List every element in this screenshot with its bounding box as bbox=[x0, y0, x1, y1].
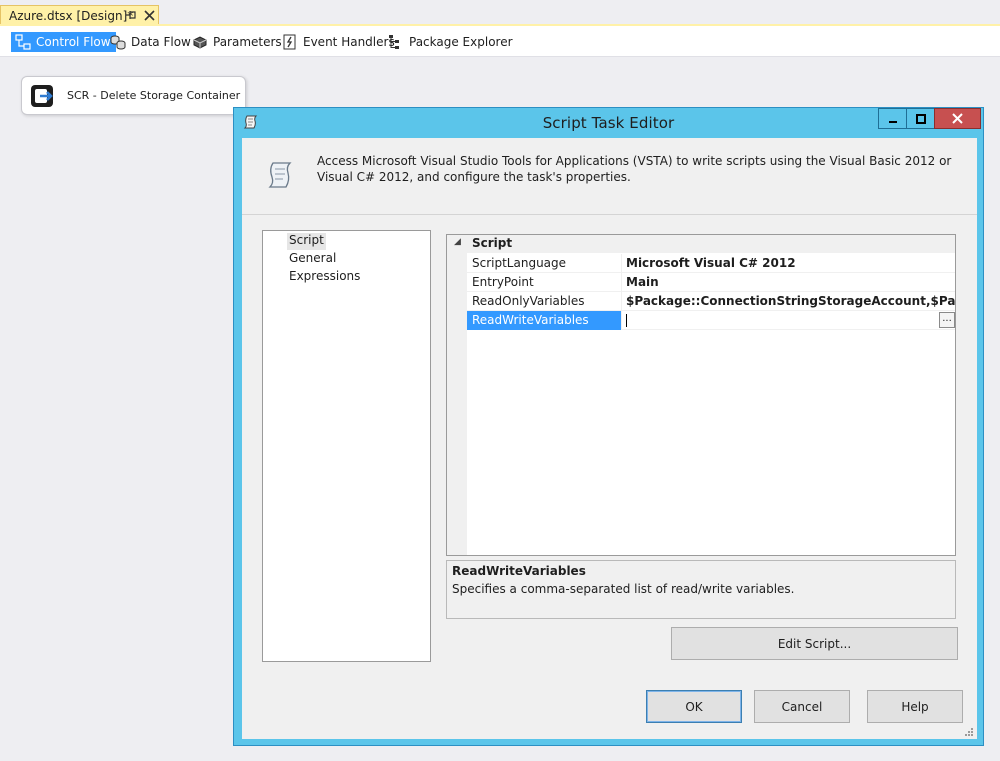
help-button[interactable]: Help bbox=[867, 690, 963, 723]
dialog-client-area: Access Microsoft Visual Studio Tools for… bbox=[242, 138, 977, 739]
property-row[interactable]: EntryPoint Main bbox=[467, 273, 955, 292]
document-tab[interactable]: Azure.dtsx [Design]* bbox=[0, 5, 159, 26]
property-row[interactable]: ReadOnlyVariables $Package::ConnectionSt… bbox=[467, 292, 955, 311]
tab-event-handlers-label: Event Handlers bbox=[303, 35, 395, 49]
cancel-button[interactable]: Cancel bbox=[754, 690, 850, 723]
property-name: EntryPoint bbox=[467, 273, 622, 292]
pin-icon[interactable] bbox=[125, 8, 137, 22]
property-value[interactable]: Main bbox=[626, 273, 955, 292]
script-task-label: SCR - Delete Storage Container bbox=[67, 89, 241, 102]
property-row[interactable]: ScriptLanguage Microsoft Visual C# 2012 bbox=[467, 254, 955, 273]
parameters-icon bbox=[192, 34, 208, 50]
minimize-button[interactable] bbox=[878, 108, 907, 129]
tab-event-handlers[interactable]: Event Handlers bbox=[278, 32, 400, 52]
page-navigation-list: Script General Expressions bbox=[262, 230, 431, 662]
header-separator bbox=[242, 214, 977, 215]
document-tab-strip: Azure.dtsx [Design]* bbox=[0, 0, 1000, 26]
script-task-icon bbox=[29, 82, 57, 110]
script-task-editor-dialog: Script Task Editor Access Microsoft Visu… bbox=[233, 107, 984, 746]
tab-parameters[interactable]: Parameters bbox=[188, 32, 287, 52]
description-pane: ReadWriteVariables Specifies a comma-sep… bbox=[446, 560, 956, 619]
nav-item-script[interactable]: Script bbox=[287, 233, 326, 250]
data-flow-icon bbox=[110, 34, 126, 50]
nav-item-general[interactable]: General bbox=[287, 251, 338, 268]
tab-parameters-label: Parameters bbox=[213, 35, 282, 49]
property-name: ScriptLanguage bbox=[467, 254, 622, 273]
collapse-triangle-icon[interactable]: ◢ bbox=[454, 237, 461, 247]
tab-data-flow[interactable]: Data Flow bbox=[106, 32, 196, 52]
script-scroll-icon bbox=[266, 160, 294, 190]
dialog-title-bar[interactable]: Script Task Editor bbox=[234, 108, 983, 135]
category-row-script[interactable]: ◢ Script bbox=[447, 235, 955, 253]
tab-control-flow[interactable]: Control Flow bbox=[11, 32, 116, 52]
property-name: ReadWriteVariables bbox=[467, 311, 622, 330]
close-button[interactable] bbox=[934, 108, 981, 129]
category-label: Script bbox=[472, 236, 513, 250]
property-grid: ◢ Script ScriptLanguage Microsoft Visual… bbox=[446, 234, 956, 556]
text-caret bbox=[626, 314, 627, 327]
property-value[interactable]: $Package::ConnectionStringStorageAccount… bbox=[626, 292, 955, 311]
property-value-editor[interactable] bbox=[626, 311, 955, 330]
designer-toolbar: Control Flow Data Flow Parameters Event … bbox=[0, 26, 1000, 57]
event-handlers-icon bbox=[282, 34, 298, 50]
close-icon bbox=[952, 113, 963, 124]
tab-data-flow-label: Data Flow bbox=[131, 35, 191, 49]
document-tab-title: Azure.dtsx [Design]* bbox=[9, 9, 134, 23]
ok-button[interactable]: OK bbox=[646, 690, 742, 723]
description-text: Specifies a comma-separated list of read… bbox=[452, 582, 795, 596]
control-flow-icon bbox=[15, 34, 31, 50]
maximize-button[interactable] bbox=[906, 108, 935, 129]
script-task-box[interactable]: SCR - Delete Storage Container bbox=[21, 76, 246, 115]
maximize-icon bbox=[915, 113, 926, 124]
grid-gutter bbox=[447, 235, 467, 555]
header-description: Access Microsoft Visual Studio Tools for… bbox=[317, 154, 952, 184]
resize-grip-icon[interactable] bbox=[964, 726, 974, 736]
property-row-selected[interactable]: ReadWriteVariables ... bbox=[467, 311, 955, 330]
property-value[interactable]: Microsoft Visual C# 2012 bbox=[626, 254, 955, 273]
ellipsis-button[interactable]: ... bbox=[939, 312, 955, 328]
property-name: ReadOnlyVariables bbox=[467, 292, 622, 311]
tab-control-flow-label: Control Flow bbox=[36, 35, 111, 49]
package-explorer-icon bbox=[388, 34, 404, 50]
minimize-icon bbox=[888, 120, 897, 123]
nav-item-expressions[interactable]: Expressions bbox=[287, 269, 362, 286]
dialog-title: Script Task Editor bbox=[542, 114, 675, 132]
tab-package-explorer[interactable]: Package Explorer bbox=[384, 32, 518, 52]
edit-script-button[interactable]: Edit Script... bbox=[671, 627, 958, 660]
tab-package-explorer-label: Package Explorer bbox=[409, 35, 513, 49]
close-tab-icon[interactable] bbox=[143, 7, 156, 23]
description-title: ReadWriteVariables bbox=[452, 564, 586, 578]
